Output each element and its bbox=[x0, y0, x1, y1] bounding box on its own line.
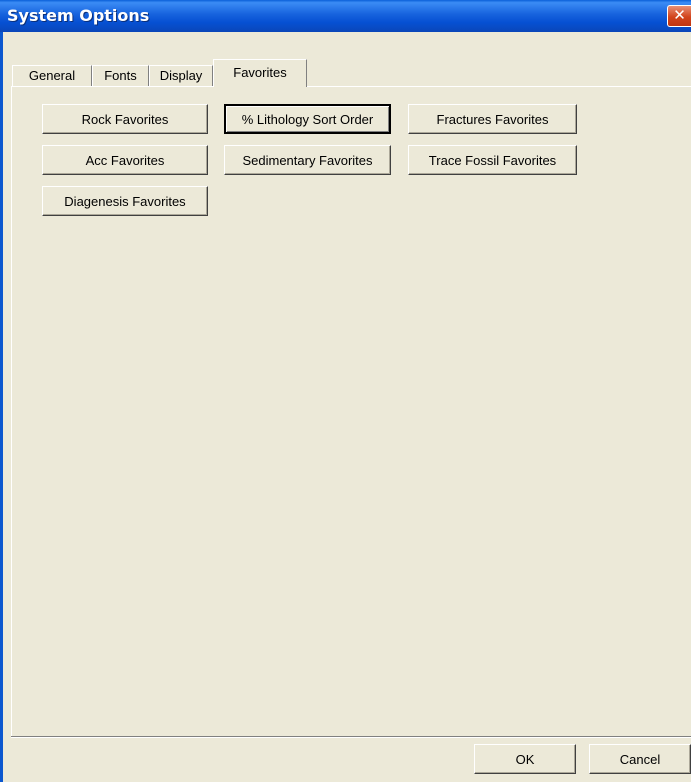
fractures-favorites-button[interactable]: Fractures Favorites bbox=[408, 104, 577, 134]
window-title: System Options bbox=[7, 6, 150, 25]
rock-favorites-button[interactable]: Rock Favorites bbox=[42, 104, 208, 134]
tab-favorites[interactable]: Favorites bbox=[213, 59, 307, 87]
system-options-dialog: System Options ✕ General Fonts Display F… bbox=[0, 0, 691, 782]
diagenesis-favorites-button[interactable]: Diagenesis Favorites bbox=[42, 186, 208, 216]
tab-general[interactable]: General bbox=[12, 65, 92, 86]
title-bar[interactable]: System Options ✕ bbox=[0, 0, 691, 32]
footer-separator-highlight bbox=[11, 737, 691, 738]
close-icon[interactable]: ✕ bbox=[667, 5, 691, 27]
acc-favorites-button[interactable]: Acc Favorites bbox=[42, 145, 208, 175]
favorites-tab-panel bbox=[11, 86, 691, 737]
ok-button[interactable]: OK bbox=[474, 744, 576, 774]
lithology-sort-order-button[interactable]: % Lithology Sort Order bbox=[224, 104, 391, 134]
tab-display[interactable]: Display bbox=[149, 65, 213, 86]
window-frame-edge bbox=[0, 32, 3, 782]
cancel-button[interactable]: Cancel bbox=[589, 744, 691, 774]
tab-fonts[interactable]: Fonts bbox=[92, 65, 149, 86]
trace-fossil-favorites-button[interactable]: Trace Fossil Favorites bbox=[408, 145, 577, 175]
sedimentary-favorites-button[interactable]: Sedimentary Favorites bbox=[224, 145, 391, 175]
